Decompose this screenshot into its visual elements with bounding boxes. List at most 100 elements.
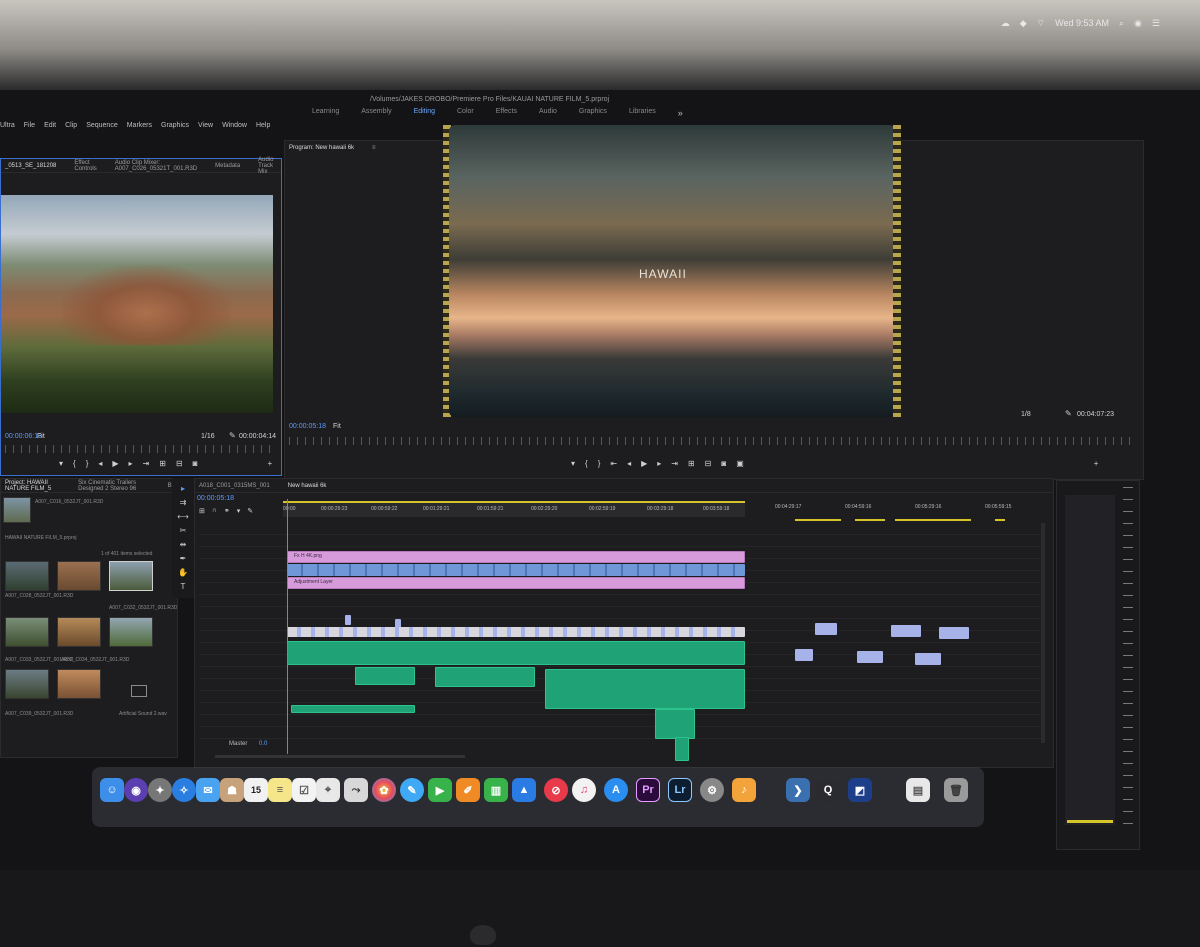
timeline-ruler-extension[interactable]: 00:04:29:17 00:04:59:16 00:05:29:16 00:0…: [745, 501, 1045, 517]
comparison-view-icon[interactable]: ▣: [736, 459, 744, 468]
razor-tool-icon[interactable]: ✂: [180, 526, 187, 535]
launchpad-icon[interactable]: ✦: [148, 778, 172, 802]
selection-tool-icon[interactable]: ▸: [181, 484, 185, 493]
workspace-more-button[interactable]: »: [678, 108, 683, 118]
mail-icon[interactable]: ✉: [196, 778, 220, 802]
video-clips-track-3[interactable]: [287, 564, 745, 576]
reminders-icon[interactable]: ☑: [292, 778, 316, 802]
siri-icon[interactable]: ◉: [124, 778, 148, 802]
menu-edit[interactable]: Edit: [44, 122, 56, 129]
video-clip[interactable]: [891, 625, 921, 637]
timeline-settings-icon[interactable]: ✎: [247, 507, 253, 515]
type-tool-icon[interactable]: T: [181, 582, 186, 591]
bin-clip-thumbnail[interactable]: [5, 617, 49, 647]
source-video-frame[interactable]: [1, 195, 273, 413]
mark-out-icon[interactable]: }: [598, 459, 601, 468]
timeline-zoom-scrollbar[interactable]: [215, 755, 465, 758]
add-marker-icon[interactable]: ▾: [571, 459, 575, 468]
mark-out-icon[interactable]: {: [73, 459, 76, 468]
menu-sequence[interactable]: Sequence: [86, 122, 118, 129]
linked-selection-icon[interactable]: ⚭: [224, 507, 230, 515]
master-volume[interactable]: 0.0: [259, 741, 267, 747]
tab-libraries[interactable]: Libraries: [629, 108, 656, 118]
step-back-icon[interactable]: ◂: [627, 459, 631, 468]
menu-view[interactable]: View: [198, 122, 213, 129]
play-icon[interactable]: ▶: [641, 459, 647, 468]
lift-icon[interactable]: ⊞: [688, 459, 695, 468]
numbers-icon[interactable]: ▥: [484, 778, 508, 802]
video-clip[interactable]: [939, 627, 969, 639]
tab-assembly[interactable]: Assembly: [361, 108, 391, 118]
photos-icon[interactable]: ✿: [372, 778, 396, 802]
lightroom-icon[interactable]: Lr: [668, 778, 692, 802]
messages-icon[interactable]: ✎: [400, 778, 424, 802]
menu-help[interactable]: Help: [256, 122, 270, 129]
program-timecode[interactable]: 00:00:05:18: [289, 423, 326, 430]
maps-route-icon[interactable]: ⤳: [344, 778, 368, 802]
add-marker-icon[interactable]: ▾: [237, 507, 241, 515]
music-icon[interactable]: ♫: [572, 778, 596, 802]
video-clip[interactable]: [857, 651, 883, 663]
bin-clip-thumbnail[interactable]: [5, 561, 49, 591]
quicktime-icon[interactable]: Q: [816, 778, 840, 802]
go-to-out-icon[interactable]: ⇥: [143, 459, 150, 468]
contacts-icon[interactable]: ☗: [220, 778, 244, 802]
video-clip[interactable]: [915, 653, 941, 665]
audio-clip[interactable]: [435, 667, 535, 687]
track-select-tool-icon[interactable]: ⇉: [180, 498, 187, 507]
panel-menu-icon[interactable]: ≡: [372, 145, 376, 151]
program-time-ruler[interactable]: [289, 437, 1137, 445]
dropbox-icon[interactable]: ◆: [1020, 18, 1027, 29]
menu-file[interactable]: File: [24, 122, 35, 129]
audio-clips-track-1[interactable]: [287, 641, 745, 665]
video-clips-track-1[interactable]: [287, 627, 745, 637]
audio-clip[interactable]: [355, 667, 415, 685]
audio-file-icon[interactable]: [131, 685, 147, 697]
bin-clip-thumbnail[interactable]: [57, 617, 101, 647]
bin-clip-thumbnail[interactable]: [57, 669, 101, 699]
trash-icon[interactable]: 🗑: [944, 778, 968, 802]
slip-tool-icon[interactable]: ⇹: [180, 540, 187, 549]
airplay-icon[interactable]: ❯: [786, 778, 810, 802]
app-store-icon[interactable]: A: [604, 778, 628, 802]
snap-icon[interactable]: ∩: [212, 507, 217, 515]
tab-color[interactable]: Color: [457, 108, 474, 118]
facetime-icon[interactable]: ▶: [428, 778, 452, 802]
calendar-icon[interactable]: 15: [244, 778, 268, 802]
go-to-in-icon[interactable]: ⇤: [610, 459, 617, 468]
export-frame-icon[interactable]: ◙: [193, 459, 198, 468]
maps-icon[interactable]: ⌖: [316, 778, 340, 802]
music-clip[interactable]: [291, 705, 415, 713]
mark-in-icon[interactable]: ▾: [59, 459, 63, 468]
graphic-clip[interactable]: Fx H 4K.png: [287, 551, 745, 563]
menu-graphics[interactable]: Graphics: [161, 122, 189, 129]
tab-six-cinematic-trailers[interactable]: Six Cinematic Trailers Designed 2 Stereo…: [78, 480, 150, 492]
system-preferences-icon[interactable]: ⚙: [700, 778, 724, 802]
extract-icon[interactable]: ⊟: [705, 459, 712, 468]
documents-icon[interactable]: ▤: [906, 778, 930, 802]
video-clip[interactable]: [795, 649, 813, 661]
tab-effect-controls[interactable]: Effect Controls: [74, 160, 96, 172]
menu-clip[interactable]: Clip: [65, 122, 77, 129]
notes-icon[interactable]: ≡: [268, 778, 292, 802]
tab-source-clip[interactable]: _0513_SE_181208: [5, 163, 56, 169]
program-video-frame[interactable]: HAWAII: [449, 125, 895, 417]
bin-clip-thumbnail[interactable]: [57, 561, 101, 591]
tab-sequence-a018[interactable]: A018_C001_0315MS_001: [199, 483, 270, 489]
tab-effects[interactable]: Effects: [496, 108, 517, 118]
program-resolution-select[interactable]: 1/8: [1021, 411, 1031, 418]
step-forward-icon[interactable]: ▸: [129, 459, 133, 468]
tab-audio-track-mixer[interactable]: Audio Track Mix: [258, 157, 281, 175]
add-button-icon[interactable]: +: [1094, 459, 1099, 468]
source-fit-select[interactable]: Fit: [37, 433, 45, 440]
tab-editing[interactable]: Editing: [414, 108, 435, 118]
source-time-ruler[interactable]: [5, 445, 275, 453]
program-fit-select[interactable]: Fit: [333, 423, 341, 430]
clock[interactable]: Wed 9:53 AM: [1055, 18, 1109, 29]
timeline-ruler[interactable]: 00:00 00:00:29:23 00:00:59:22 00:01:29:2…: [283, 501, 745, 517]
step-forward-icon[interactable]: ▸: [657, 459, 661, 468]
tab-learning[interactable]: Learning: [312, 108, 339, 118]
finder-icon[interactable]: ☺: [100, 778, 124, 802]
siri-icon[interactable]: ◉: [1134, 18, 1142, 29]
go-to-in-icon[interactable]: }: [86, 459, 89, 468]
